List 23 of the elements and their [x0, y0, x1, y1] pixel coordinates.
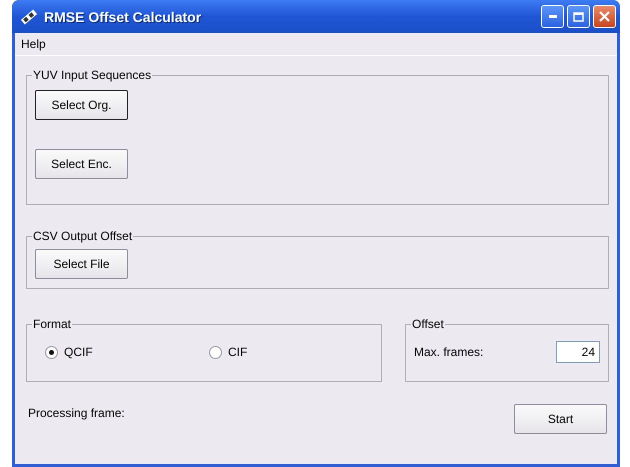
- select-button[interactable]: Select Org.: [35, 90, 128, 120]
- maximize-icon: [573, 12, 584, 22]
- radio-option[interactable]: QCIF: [45, 345, 209, 359]
- start-button[interactable]: Start: [514, 404, 607, 434]
- radio-icon[interactable]: [45, 346, 58, 358]
- close-icon: [599, 11, 610, 22]
- select-file-button[interactable]: Select File: [35, 249, 128, 279]
- select-button[interactable]: Select Enc.: [35, 149, 128, 179]
- radio-icon[interactable]: [209, 346, 222, 358]
- radio-option[interactable]: CIF: [209, 345, 373, 359]
- max-frames-label: Max. frames:: [414, 345, 484, 359]
- max-frames-field[interactable]: 24: [556, 341, 600, 363]
- status-text: Processing frame:: [28, 406, 125, 420]
- group-title: Format: [32, 317, 72, 331]
- group-title: YUV Input Sequences: [32, 68, 152, 82]
- minimize-button[interactable]: [541, 5, 564, 28]
- menu-item[interactable]: Help: [17, 37, 50, 51]
- group-title: CSV Output Offset: [32, 229, 134, 243]
- group-title: Offset: [411, 317, 445, 331]
- minimize-icon: [548, 15, 556, 18]
- close-button[interactable]: [593, 5, 616, 28]
- maximize-button[interactable]: [567, 5, 590, 28]
- window-title: RMSE Offset Calculator: [44, 8, 202, 24]
